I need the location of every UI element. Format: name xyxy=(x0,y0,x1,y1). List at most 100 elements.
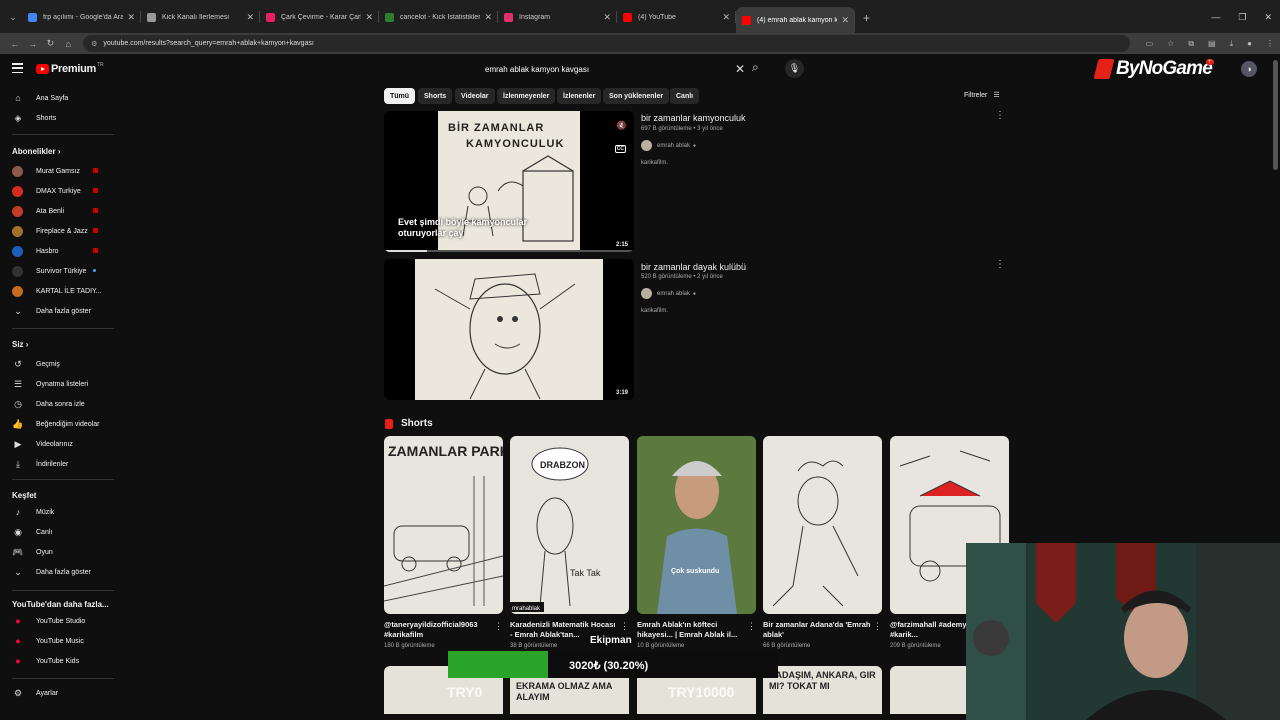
sidebar-item[interactable]: ● YouTube Kids xyxy=(12,654,112,668)
subscription-item[interactable]: Ata Benli xyxy=(12,204,112,218)
filter-chip[interactable]: İzlenenler xyxy=(557,88,602,104)
close-tab-icon[interactable]: ✕ xyxy=(365,12,373,23)
explore-show-more[interactable]: ⌄ Daha fazla göster xyxy=(12,565,112,579)
sidebar-item[interactable]: ◷ Daha sonra izle xyxy=(12,397,112,411)
browser-tab[interactable]: cancelot - Kick İstatistikleri ✕ xyxy=(379,5,498,29)
home-icon[interactable]: ⌂ xyxy=(59,39,77,49)
filter-chip[interactable]: Tümü xyxy=(384,88,416,104)
subscription-item[interactable]: Survivor Türkiye xyxy=(12,264,112,278)
close-tab-icon[interactable]: ✕ xyxy=(484,12,492,23)
subscription-item[interactable]: KARTAL İLE TADIY... xyxy=(12,284,112,298)
browser-tab[interactable]: (4) emrah ablak kamyon kavgası✕ xyxy=(736,7,855,33)
filters-button[interactable]: Filtreler ☰ xyxy=(964,91,1000,100)
you-heading[interactable]: Siz › xyxy=(12,340,28,349)
short-thumbnail[interactable]: Çok suskundu xyxy=(637,436,756,614)
more-options-icon[interactable]: ⋮ xyxy=(747,621,756,632)
sidebar-item[interactable]: ▶ Videolarınız xyxy=(12,437,112,451)
cast-icon[interactable]: ▭ xyxy=(1146,39,1154,49)
new-tab-button[interactable]: + xyxy=(863,11,870,25)
close-tab-icon[interactable]: ✕ xyxy=(841,15,849,26)
mute-icon[interactable]: 🔇 xyxy=(616,120,627,131)
video-thumbnail[interactable]: 3:19 xyxy=(384,259,634,400)
browser-tab[interactable]: Kick Kanalı İlerlemesi ✕ xyxy=(141,5,260,29)
sidebar-item[interactable]: ♪ Müzik xyxy=(12,505,112,519)
clear-search-icon[interactable]: ✕ xyxy=(735,62,749,76)
browser-tab[interactable]: (4) YouTube ✕ xyxy=(617,5,736,29)
tab-search-icon[interactable]: ⌄ xyxy=(4,6,22,28)
sidebar-item[interactable]: ⤓ İndirilenler xyxy=(12,457,112,471)
extensions-icon[interactable]: ⧉ xyxy=(1188,39,1194,49)
filter-chip[interactable]: Shorts xyxy=(418,88,453,104)
short-title[interactable]: Emrah Ablak'ın köfteci hikayesi... | Emr… xyxy=(637,620,745,640)
short-title[interactable]: Bir zamanlar Adana'da 'Emrah ablak' xyxy=(763,620,871,640)
sidebar-item[interactable]: ● YouTube Music xyxy=(12,634,112,648)
more-options-icon[interactable]: ⋮ xyxy=(494,621,503,632)
channel-link[interactable]: emrah ablak ● xyxy=(641,140,696,151)
short-thumbnail[interactable] xyxy=(763,436,882,614)
more-options-icon[interactable]: ⋮ xyxy=(873,621,882,632)
subscription-item[interactable]: DMAX Turkiye xyxy=(12,184,112,198)
preview-progress-bar[interactable] xyxy=(384,250,634,252)
sidebar-item-home[interactable]: ⌂ Ana Sayfa xyxy=(12,91,112,105)
hamburger-menu-icon[interactable] xyxy=(12,63,23,73)
minimize-icon[interactable]: — xyxy=(1211,12,1220,23)
subscription-item[interactable]: Murat Gamsız xyxy=(12,164,112,178)
short-thumbnail[interactable]: DRABZON Tak Tak mrahablak xyxy=(510,436,629,614)
video-thumbnail[interactable]: BİR ZAMANLAR KAMYONCULUK 🔇 CC Evet şimdi… xyxy=(384,111,634,252)
close-tab-icon[interactable]: ✕ xyxy=(603,12,611,23)
sidebar-item-settings[interactable]: ⚙ Ayarlar xyxy=(12,686,112,700)
search-icon[interactable]: ⌕ xyxy=(752,60,759,75)
short-thumbnail[interactable]: KADAŞIM, ANKARA, GIR MI? TOKAT MI xyxy=(763,666,882,714)
sidebar-item[interactable]: 🎮 Oyun xyxy=(12,545,112,559)
subscription-item[interactable]: Hasbro xyxy=(12,244,112,258)
site-info-icon[interactable]: ⚙ xyxy=(91,40,97,48)
maximize-icon[interactable]: ❐ xyxy=(1238,12,1246,23)
short-thumbnail[interactable]: ZAMANLAR PARK xyxy=(384,436,503,614)
sidebar-item[interactable]: ☰ Oynatma listeleri xyxy=(12,377,112,391)
video-title[interactable]: bir zamanlar kamyonculuk xyxy=(641,113,746,123)
close-window-icon[interactable]: ✕ xyxy=(1264,12,1272,23)
browser-tab[interactable]: Çark Çevirme - Karar Çarkı ✕ xyxy=(260,5,379,29)
channel-name: emrah ablak xyxy=(657,142,691,149)
short-title[interactable]: @taneryayildizofficial9063 #karikafilm xyxy=(384,620,492,640)
back-icon[interactable]: ← xyxy=(6,39,24,49)
sidebar-item[interactable]: ● YouTube Studio xyxy=(12,614,112,628)
close-tab-icon[interactable]: ✕ xyxy=(722,12,730,23)
subscriptions-heading[interactable]: Abonelikler › xyxy=(12,147,60,156)
sidebar-show-more[interactable]: ⌄ Daha fazla göster xyxy=(12,304,112,318)
video-title[interactable]: bir zamanlar dayak kulübü xyxy=(641,262,746,272)
more-options-icon[interactable]: ⋮ xyxy=(620,621,629,632)
page-scrollbar[interactable] xyxy=(1273,60,1278,170)
sidebar-item-shorts[interactable]: ◈ Shorts xyxy=(12,111,112,125)
filter-chip[interactable]: Canlı xyxy=(670,88,700,104)
search-box[interactable]: emrah ablak kamyon kavgası ✕ xyxy=(477,60,749,78)
sidebar-item-label: Daha sonra izle xyxy=(36,400,85,408)
browser-tab[interactable]: Instagram ✕ xyxy=(498,5,617,29)
close-tab-icon[interactable]: ✕ xyxy=(127,12,135,23)
account-avatar[interactable]: ◑ xyxy=(1241,61,1257,77)
bookmark-star-icon[interactable]: ☆ xyxy=(1167,39,1174,49)
more-options-icon[interactable]: ⋮ xyxy=(995,259,1005,270)
browser-tab[interactable]: frp açılımı - Google'da Ara ✕ xyxy=(22,5,141,29)
filter-chip[interactable]: İzlenmeyenler xyxy=(497,88,556,104)
sidebar-item[interactable]: ↺ Geçmiş xyxy=(12,357,112,371)
forward-icon[interactable]: → xyxy=(24,39,42,49)
filter-chip[interactable]: Son yüklenenler xyxy=(603,88,670,104)
sidebar-item[interactable]: 👍 Beğendiğim videolar xyxy=(12,417,112,431)
browser-menu-icon[interactable]: ⋮ xyxy=(1266,39,1274,49)
youtube-premium-logo[interactable]: Premium TR xyxy=(36,62,104,75)
download-icon[interactable]: ⤓ xyxy=(1230,39,1234,49)
profile-icon[interactable]: ● xyxy=(1247,39,1252,49)
sidebar-icon[interactable]: ▤ xyxy=(1208,39,1216,49)
channel-link[interactable]: emrah ablak ● xyxy=(641,288,696,299)
microphone-icon[interactable]: 🎙 xyxy=(785,59,804,78)
close-tab-icon[interactable]: ✕ xyxy=(246,12,254,23)
sidebar-item[interactable]: ◉ Canlı xyxy=(12,525,112,539)
address-bar[interactable]: ⚙ youtube.com/results?search_query=emrah… xyxy=(83,35,1130,52)
reload-icon[interactable]: ↻ xyxy=(42,38,60,49)
search-input[interactable]: emrah ablak kamyon kavgası xyxy=(477,65,735,74)
subscription-item[interactable]: Fireplace & Jazz xyxy=(12,224,112,238)
more-options-icon[interactable]: ⋮ xyxy=(995,110,1005,121)
captions-icon[interactable]: CC xyxy=(614,145,626,153)
filter-chip[interactable]: Videolar xyxy=(455,88,495,104)
